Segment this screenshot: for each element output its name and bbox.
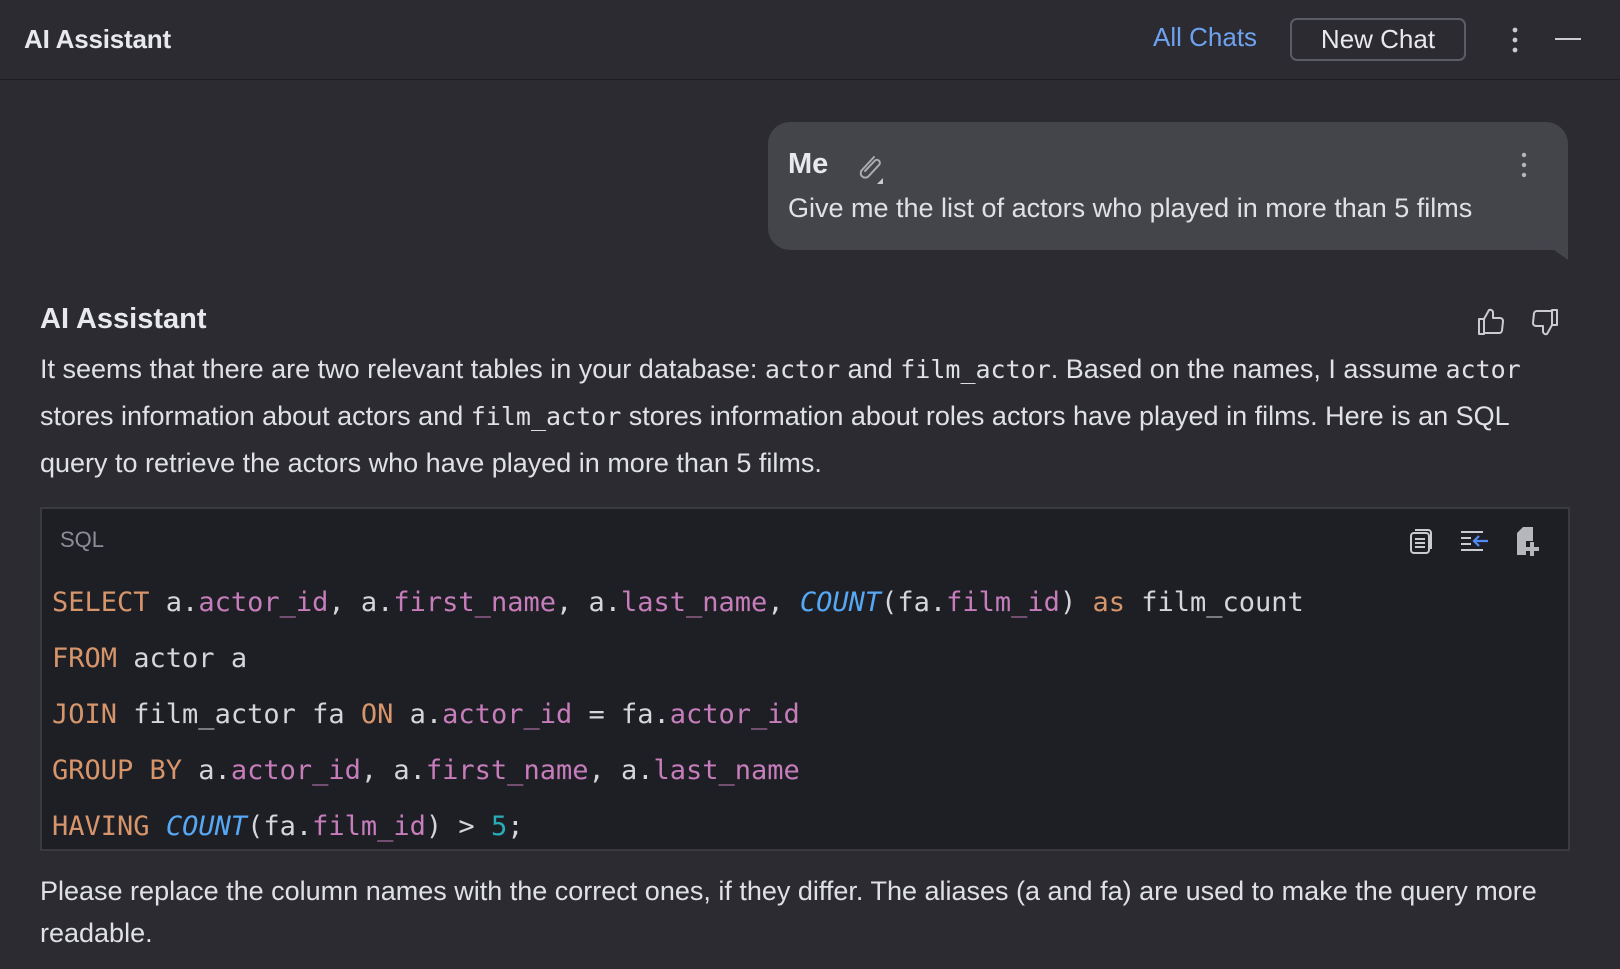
code-token-kw: as xyxy=(1092,587,1125,618)
toolwindow-header: AI Assistant All Chats New Chat xyxy=(0,0,1620,80)
code-token-fld: first_name xyxy=(393,587,556,618)
code-token-fld: actor_id xyxy=(198,587,329,618)
minimize-icon[interactable] xyxy=(1554,26,1582,54)
code-token-fld: film_id xyxy=(946,587,1060,618)
code-token-num: 5 xyxy=(490,811,508,842)
user-author-label: Me xyxy=(788,148,829,180)
code-token-fn: COUNT xyxy=(799,587,882,618)
intro-text: stores information about actors and xyxy=(40,401,471,431)
code-token-plain: actor a xyxy=(117,643,248,674)
code-token-plain: ) > xyxy=(425,811,491,842)
inline-code: actor xyxy=(1445,355,1521,384)
code-token-plain: (fa. xyxy=(247,811,313,842)
code-token-fld: actor_id xyxy=(442,699,573,730)
user-message-bubble xyxy=(768,122,1568,250)
new-chat-button[interactable]: New Chat xyxy=(1290,18,1466,61)
code-token-plain: , a. xyxy=(328,587,394,618)
code-token-plain: film_count xyxy=(1124,587,1304,618)
code-token-plain: , a. xyxy=(360,755,426,786)
code-token-fld: last_name xyxy=(653,755,800,786)
intro-text: . Based on the names, I assume xyxy=(1050,354,1446,384)
code-token-fld: actor_id xyxy=(669,699,800,730)
intro-text: It seems that there are two relevant tab… xyxy=(40,354,765,384)
code-token-plain: , a. xyxy=(588,755,654,786)
code-token-plain: a. xyxy=(393,699,443,730)
code-line: JOIN film_actor fa ON a.actor_id = fa.ac… xyxy=(52,687,1304,743)
code-token-plain: film_actor fa xyxy=(117,699,361,730)
copy-icon[interactable] xyxy=(1406,525,1438,557)
message-options-icon[interactable] xyxy=(1514,150,1534,182)
thumbs-down-icon[interactable] xyxy=(1526,304,1562,340)
inline-code: film_actor xyxy=(470,402,622,431)
paperclip-icon[interactable] xyxy=(852,150,888,186)
code-token-kw: GROUP BY xyxy=(52,755,183,786)
code-line: GROUP BY a.actor_id, a.first_name, a.las… xyxy=(52,743,1304,799)
sql-code-block: SQL SELECT a.actor_id, a.first_name, a.l… xyxy=(40,507,1570,851)
code-token-fn: COUNT xyxy=(165,811,248,842)
code-token-plain: ; xyxy=(507,811,524,842)
intro-text: and xyxy=(840,354,901,384)
assistant-author-label: AI Assistant xyxy=(40,303,207,335)
code-token-fld: actor_id xyxy=(230,755,361,786)
thumbs-up-icon[interactable] xyxy=(1474,304,1510,340)
code-token-kw: ON xyxy=(360,699,394,730)
code-token-kw: JOIN xyxy=(52,699,118,730)
code-token-plain: = fa. xyxy=(572,699,670,730)
code-token-plain: , xyxy=(767,587,800,618)
code-token-plain: a. xyxy=(182,755,231,786)
kebab-vertical-icon[interactable] xyxy=(1505,26,1525,56)
assistant-intro-paragraph: It seems that there are two relevant tab… xyxy=(40,346,1580,486)
inline-code: film_actor xyxy=(900,355,1051,384)
code-token-plain: (fa. xyxy=(881,587,947,618)
toolwindow-title: AI Assistant xyxy=(24,24,171,54)
code-language-label: SQL xyxy=(60,527,105,552)
code-token-kw: HAVING xyxy=(52,811,150,842)
code-token-kw: SELECT xyxy=(52,587,150,618)
code-line: SELECT a.actor_id, a.first_name, a.last_… xyxy=(52,575,1304,631)
code-token-fld: film_id xyxy=(312,811,426,842)
code-content: SELECT a.actor_id, a.first_name, a.last_… xyxy=(52,575,1304,855)
insert-at-caret-icon[interactable] xyxy=(1458,525,1490,557)
inline-code: actor xyxy=(764,355,841,384)
user-message-text: Give me the list of actors who played in… xyxy=(788,193,1473,223)
code-line: HAVING COUNT(fa.film_id) > 5; xyxy=(52,799,1304,855)
code-token-plain: ) xyxy=(1059,587,1093,618)
code-token-fld: first_name xyxy=(425,755,589,786)
all-chats-link[interactable]: All Chats xyxy=(1153,22,1257,53)
new-file-icon[interactable] xyxy=(1512,525,1544,557)
code-token-fld: last_name xyxy=(621,587,768,618)
assistant-outro-paragraph: Please replace the column names with the… xyxy=(40,876,1537,948)
code-token-plain: , a. xyxy=(555,587,621,618)
code-line: FROM actor a xyxy=(52,631,1304,687)
code-token-kw: FROM xyxy=(52,643,118,674)
code-token-plain: a. xyxy=(149,587,199,618)
